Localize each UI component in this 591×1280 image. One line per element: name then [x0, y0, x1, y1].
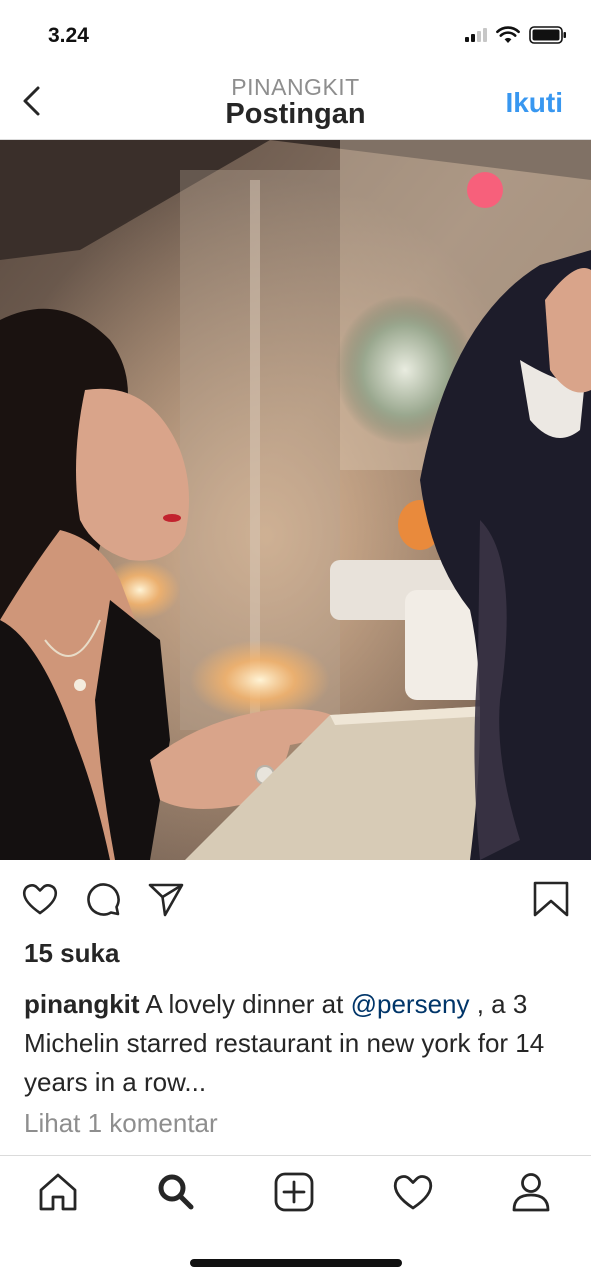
- comment-icon[interactable]: [84, 880, 122, 918]
- cellular-signal-icon: [465, 28, 487, 42]
- search-icon[interactable]: [154, 1170, 198, 1214]
- post-actions: [0, 870, 591, 930]
- paper-plane-icon[interactable]: [147, 880, 185, 918]
- heart-icon[interactable]: [21, 880, 59, 918]
- caption-text: A lovely dinner at: [139, 989, 351, 1019]
- page-title: Postingan: [225, 98, 366, 130]
- post-photo[interactable]: [0, 140, 591, 860]
- battery-icon: [529, 26, 566, 44]
- wifi-icon: [496, 26, 520, 43]
- caption-username[interactable]: pinangkit: [24, 989, 140, 1019]
- status-time: 3.24: [48, 24, 89, 47]
- activity-heart-icon[interactable]: [391, 1170, 435, 1214]
- home-indicator: [190, 1259, 402, 1267]
- status-bar: 3.24: [0, 0, 591, 70]
- status-icons: [465, 26, 567, 44]
- post-header: PINANGKIT Postingan Ikuti: [0, 70, 591, 140]
- follow-button[interactable]: Ikuti: [505, 87, 563, 119]
- add-post-icon[interactable]: [272, 1170, 316, 1214]
- view-comments-link[interactable]: Lihat 1 komentar: [24, 1108, 218, 1139]
- bookmark-icon[interactable]: [532, 880, 570, 918]
- header-username[interactable]: PINANGKIT: [0, 74, 591, 101]
- home-icon[interactable]: [36, 1170, 80, 1214]
- profile-icon[interactable]: [509, 1170, 553, 1214]
- post-caption: pinangkit A lovely dinner at @perseny , …: [24, 985, 574, 1102]
- restaurant-photo: [0, 140, 591, 860]
- caption-mention-link[interactable]: @perseny: [351, 989, 470, 1019]
- likes-count[interactable]: 15 suka: [24, 938, 119, 969]
